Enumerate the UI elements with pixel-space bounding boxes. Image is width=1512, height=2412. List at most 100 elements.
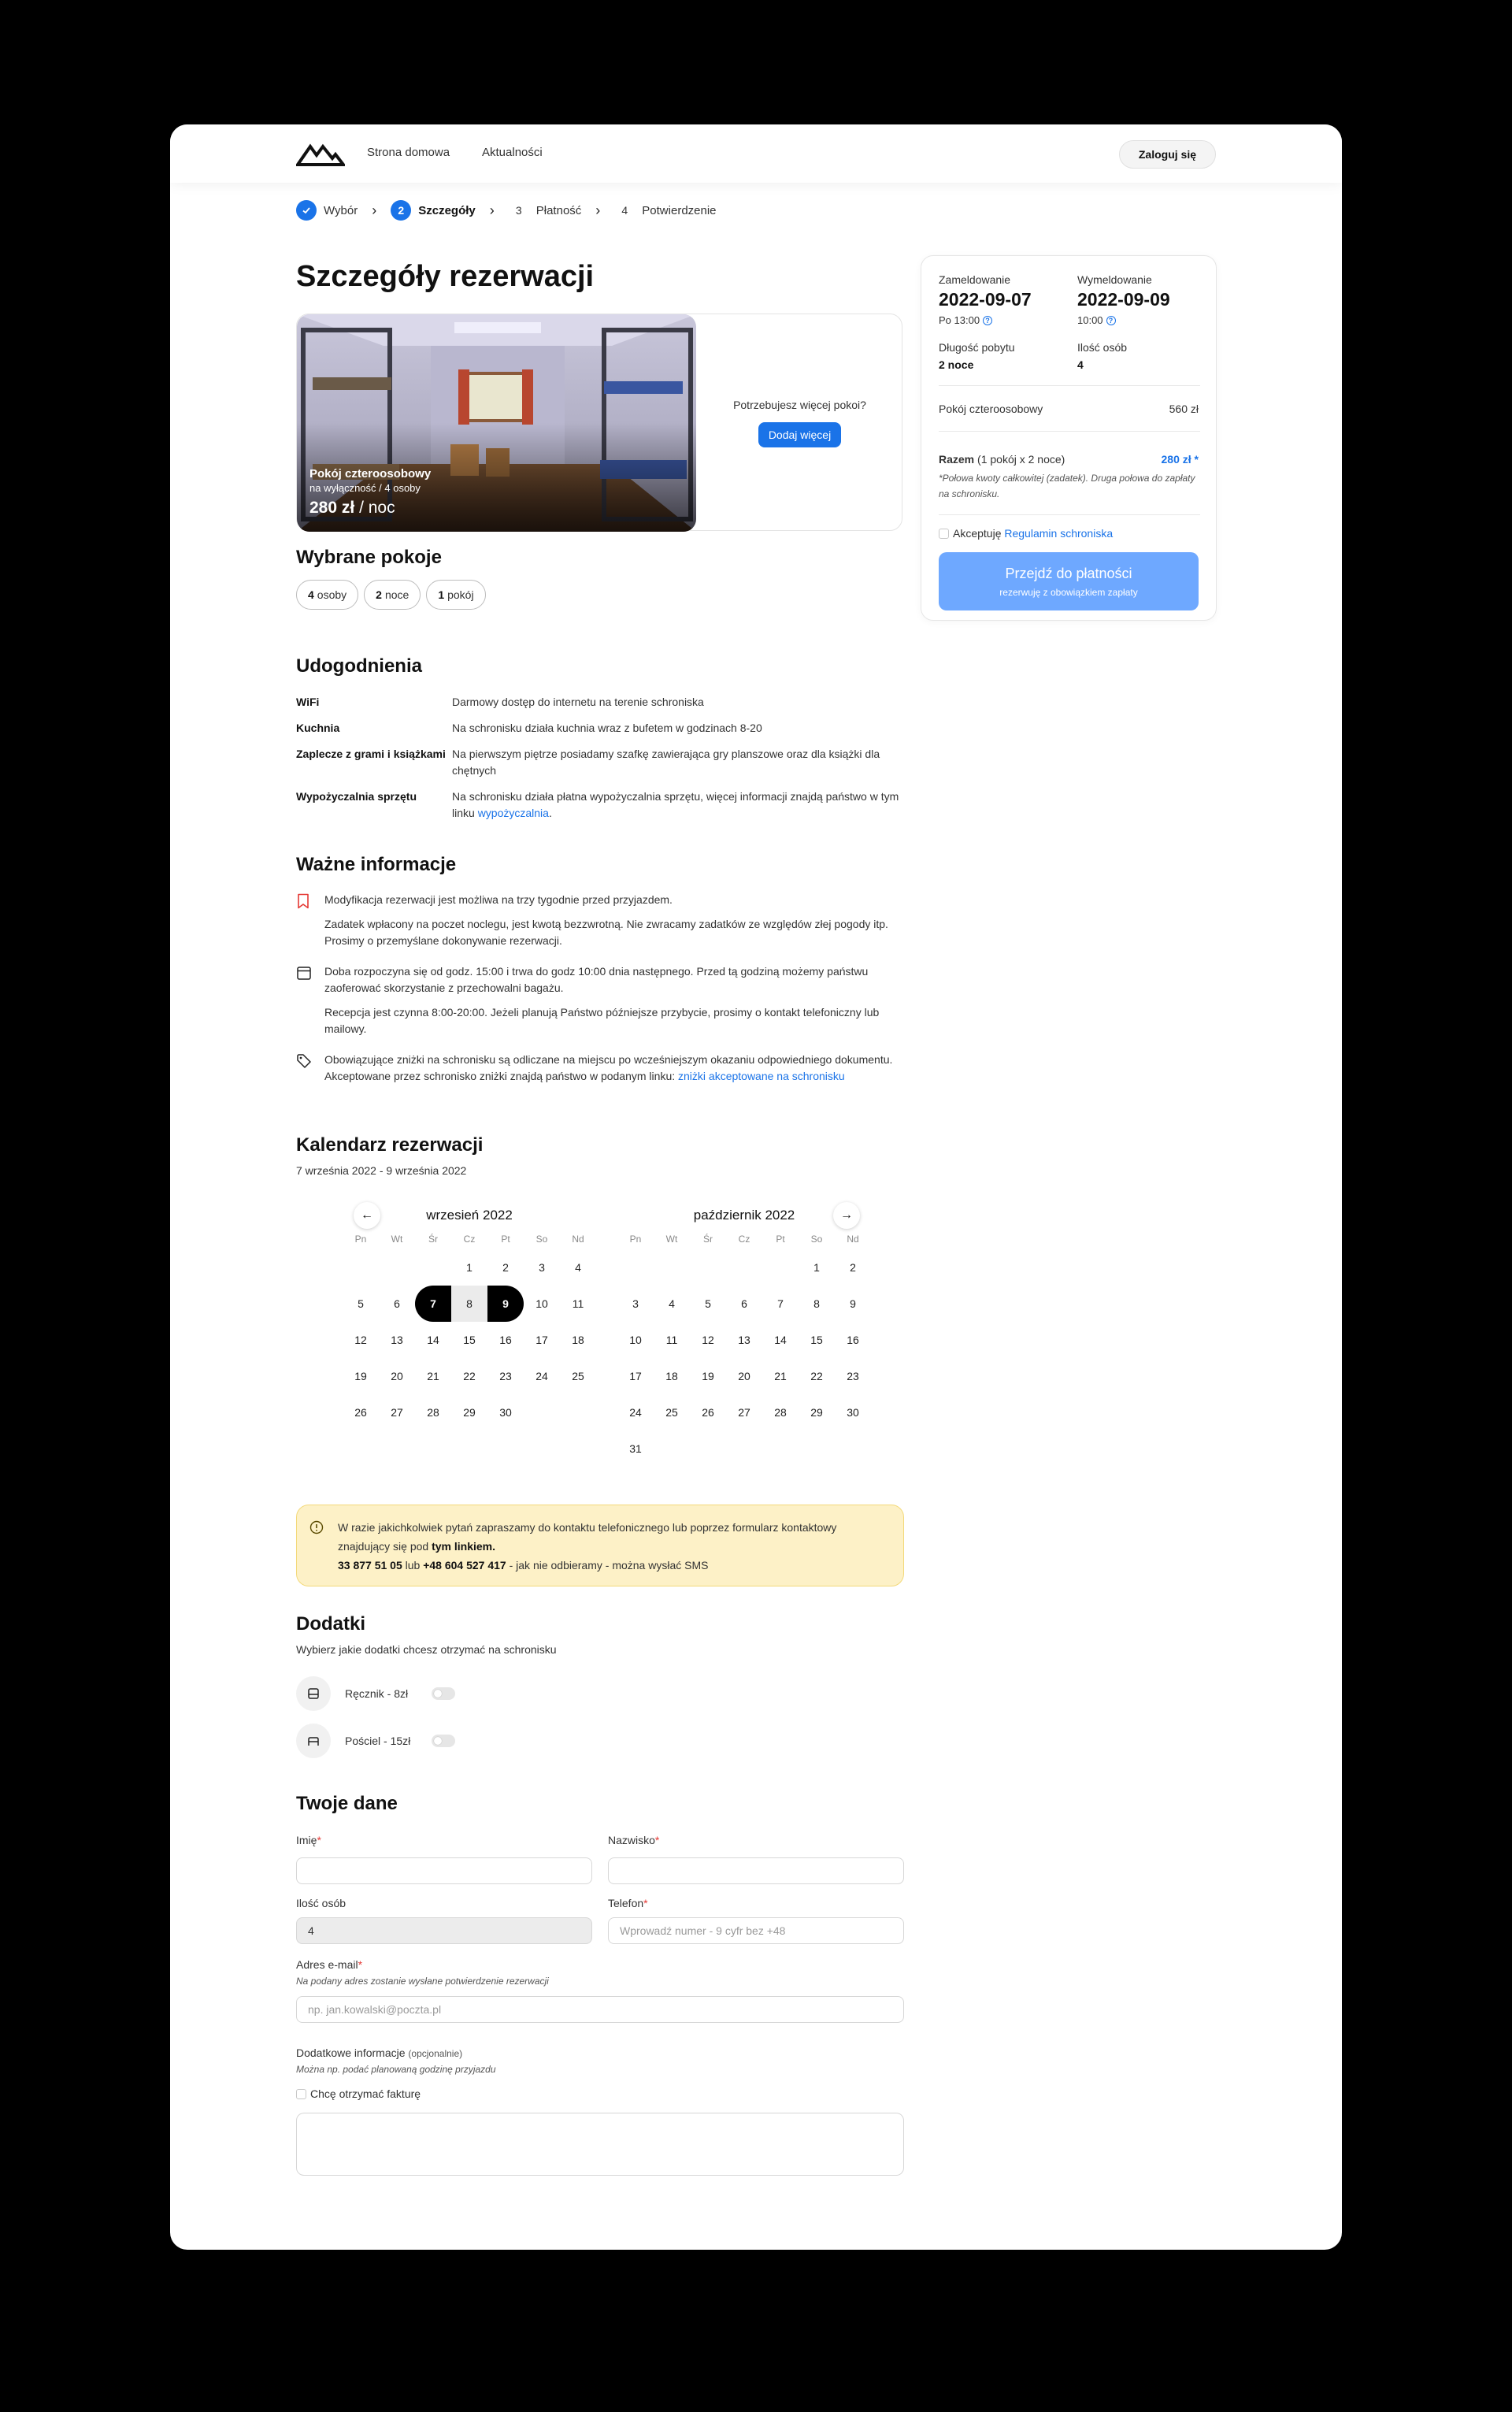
calendar-day[interactable]: 13 [726, 1322, 762, 1358]
calendar-day[interactable]: 1 [799, 1249, 835, 1286]
step-payment[interactable]: 3 Płatność [509, 200, 581, 221]
calendar-day[interactable]: 5 [343, 1286, 379, 1322]
calendar-day[interactable]: 19 [343, 1358, 379, 1394]
addons-subtitle: Wybierz jakie dodatki chcesz otrzymać na… [296, 1643, 557, 1656]
calendar-day[interactable]: 14 [415, 1322, 451, 1358]
calendar-day[interactable]: 31 [617, 1431, 654, 1467]
next-month-button[interactable]: → [833, 1202, 860, 1229]
calendar-day[interactable]: 22 [451, 1358, 487, 1394]
contact-form-link[interactable]: tym linkiem. [432, 1540, 495, 1553]
calendar-day[interactable]: 27 [379, 1394, 415, 1431]
calendar-day[interactable]: 6 [726, 1286, 762, 1322]
calendar-day[interactable]: 2 [487, 1249, 524, 1286]
calendar-day[interactable]: 18 [654, 1358, 690, 1394]
calendar-day[interactable]: 21 [762, 1358, 799, 1394]
invoice-checkbox-row[interactable]: Chcę otrzymać fakturę [296, 2087, 421, 2100]
calendar-day[interactable]: 9 [835, 1286, 871, 1322]
calendar-day[interactable]: 13 [379, 1322, 415, 1358]
calendar-day[interactable]: 8 [799, 1286, 835, 1322]
calendar-day[interactable]: 11 [654, 1322, 690, 1358]
calendar-day[interactable]: 9 [487, 1286, 524, 1322]
calendar-day[interactable]: 29 [799, 1394, 835, 1431]
calendar-day[interactable]: 14 [762, 1322, 799, 1358]
accept-terms-checkbox[interactable] [939, 528, 949, 539]
calendar-day[interactable]: 10 [617, 1322, 654, 1358]
calendar-day[interactable]: 28 [762, 1394, 799, 1431]
phone-2[interactable]: +48 604 527 417 [423, 1559, 506, 1572]
info-line: Obowiązujące zniżki na schronisku są odl… [324, 1052, 902, 1085]
calendar-day[interactable]: 15 [451, 1322, 487, 1358]
login-button[interactable]: Zaloguj się [1118, 140, 1216, 169]
calendar-day[interactable]: 17 [524, 1322, 560, 1358]
towel-toggle[interactable] [432, 1687, 455, 1700]
logo-icon[interactable] [295, 140, 347, 171]
accept-terms-row[interactable]: Akceptuję Regulamin schroniska [939, 527, 1113, 540]
discounts-link[interactable]: zniżki akceptowane na schronisku [678, 1070, 845, 1082]
calendar-day[interactable]: 30 [835, 1394, 871, 1431]
calendar-day[interactable]: 29 [451, 1394, 487, 1431]
invoice-checkbox[interactable] [296, 2088, 306, 2099]
alert-text: W razie jakichkolwiek pytań zapraszamy d… [338, 1518, 884, 1556]
calendar-day[interactable]: 12 [343, 1322, 379, 1358]
calendar-day[interactable]: 23 [487, 1358, 524, 1394]
extra-info-textarea[interactable] [296, 2113, 904, 2176]
calendar-day[interactable]: 4 [560, 1249, 596, 1286]
calendar-day[interactable]: 24 [524, 1358, 560, 1394]
calendar-day[interactable]: 4 [654, 1286, 690, 1322]
first-name-input[interactable] [296, 1857, 592, 1884]
calendar-day[interactable]: 20 [726, 1358, 762, 1394]
calendar-day[interactable]: 3 [617, 1286, 654, 1322]
bedding-toggle[interactable] [432, 1735, 455, 1747]
calendar-day[interactable]: 26 [690, 1394, 726, 1431]
calendar-day[interactable]: 26 [343, 1394, 379, 1431]
checkin-time: Po 13:00? [939, 314, 993, 326]
calendar-day[interactable]: 16 [835, 1322, 871, 1358]
help-icon[interactable]: ? [1106, 315, 1116, 325]
calendar-day[interactable]: 7 [415, 1286, 451, 1322]
calendar-day[interactable]: 7 [762, 1286, 799, 1322]
calendar-day[interactable]: 11 [560, 1286, 596, 1322]
weekday-label: Cz [463, 1234, 476, 1245]
calendar-day[interactable]: 17 [617, 1358, 654, 1394]
step-select[interactable]: Wybór [296, 200, 358, 221]
calendar-day[interactable]: 22 [799, 1358, 835, 1394]
calendar-day[interactable]: 20 [379, 1358, 415, 1394]
calendar-day[interactable]: 30 [487, 1394, 524, 1431]
calendar-day[interactable]: 10 [524, 1286, 560, 1322]
empty-day [617, 1249, 654, 1286]
calendar-day[interactable]: 5 [690, 1286, 726, 1322]
rental-link[interactable]: wypożyczalnia [478, 807, 549, 819]
calendar-day[interactable]: 3 [524, 1249, 560, 1286]
calendar-day[interactable]: 15 [799, 1322, 835, 1358]
last-name-input[interactable] [608, 1857, 904, 1884]
step-details[interactable]: 2 Szczegóły [391, 200, 476, 221]
prev-month-button[interactable]: ← [354, 1202, 380, 1229]
nav-home-link[interactable]: Strona domowa [367, 146, 450, 159]
proceed-to-payment-button[interactable]: Przejdź do płatności rezerwuję z obowiąz… [939, 552, 1199, 610]
calendar-day[interactable]: 28 [415, 1394, 451, 1431]
calendar-day[interactable]: 21 [415, 1358, 451, 1394]
calendar-day[interactable]: 6 [379, 1286, 415, 1322]
calendar-day[interactable]: 8 [451, 1286, 487, 1322]
help-icon[interactable]: ? [983, 315, 993, 325]
email-input[interactable]: np. jan.kowalski@poczta.pl [296, 1996, 904, 2023]
phone-input[interactable]: Wprowadź numer - 9 cyfr bez +48 [608, 1917, 904, 1944]
calendar-day[interactable]: 2 [835, 1249, 871, 1286]
calendar-day[interactable]: 25 [654, 1394, 690, 1431]
terms-link[interactable]: Regulamin schroniska [1004, 527, 1113, 540]
calendar-day[interactable]: 24 [617, 1394, 654, 1431]
calendar-day[interactable]: 18 [560, 1322, 596, 1358]
step-confirmation[interactable]: 4 Potwierdzenie [614, 200, 716, 221]
add-more-button[interactable]: Dodaj więcej [758, 422, 842, 447]
calendar-day[interactable]: 19 [690, 1358, 726, 1394]
nav-news-link[interactable]: Aktualności [482, 146, 543, 159]
calendar-day[interactable]: 27 [726, 1394, 762, 1431]
calendar-day[interactable]: 12 [690, 1322, 726, 1358]
phone-1[interactable]: 33 877 51 05 [338, 1559, 402, 1572]
calendar-day[interactable]: 1 [451, 1249, 487, 1286]
calendar-day[interactable]: 25 [560, 1358, 596, 1394]
calendar-day[interactable]: 23 [835, 1358, 871, 1394]
weekday-label: Nd [847, 1234, 859, 1245]
weekday-label: Pn [629, 1234, 642, 1245]
calendar-day[interactable]: 16 [487, 1322, 524, 1358]
